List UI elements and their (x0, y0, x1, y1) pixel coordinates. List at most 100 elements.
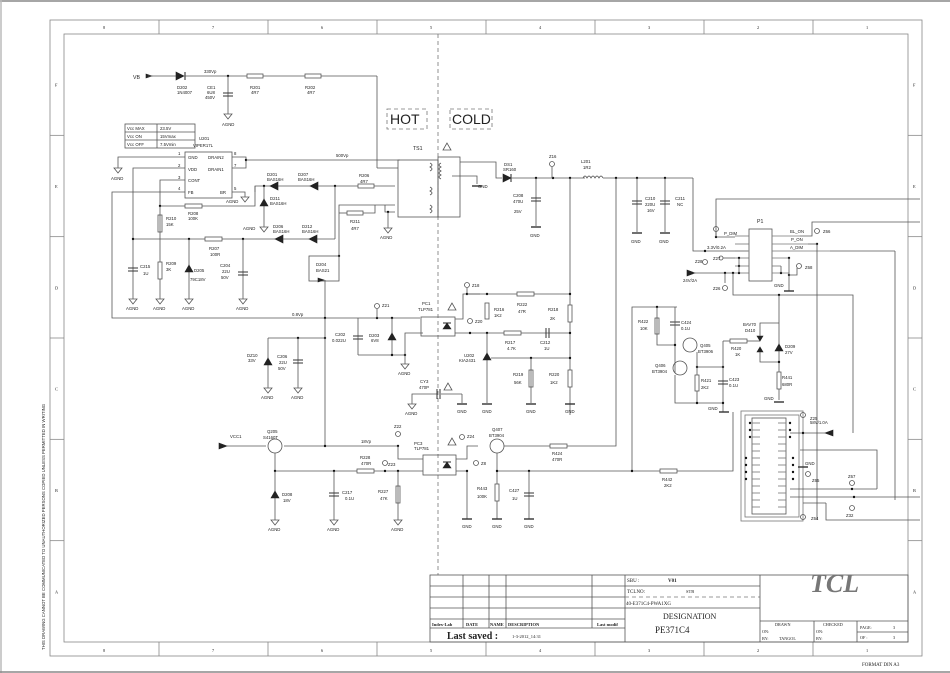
resistor-r216 (484, 302, 490, 320)
gnd-label: GND (659, 239, 669, 244)
d410-val: BAV70 (743, 322, 757, 327)
column-marker-bottom: 6 (321, 648, 324, 653)
agnd-icon (263, 387, 273, 394)
column-marker-bottom: 2 (757, 648, 759, 653)
rev-header-index: Index-Lab (432, 622, 453, 627)
column-marker-bottom: 3 (648, 648, 650, 653)
row-marker-right: A (913, 589, 917, 594)
c212-val: 1U (544, 346, 550, 351)
transistor-q405 (682, 337, 698, 353)
designation-value: PE371C4 (655, 625, 690, 635)
r442-ref: R442 (662, 477, 673, 482)
row-marker-left: C (55, 387, 58, 392)
c204-volt: 50V (221, 275, 229, 280)
q406-ref: Q406 (655, 363, 666, 368)
agnd-icon (270, 519, 280, 526)
schematic-sheet: 8 8 7 7 6 6 5 5 4 4 3 3 2 2 1 1 F F E E D D C C B B A A THIS DRAWI… (0, 0, 950, 673)
r201-val: 4R7 (251, 90, 259, 95)
rev-header-description: DESCRIPTION (508, 622, 540, 627)
optocoupler-pc3: PC3 TLP781 (414, 437, 457, 476)
sbu-label: SBU : (627, 579, 639, 584)
column-marker-top: 4 (539, 25, 542, 30)
gnd-label: GND (530, 233, 540, 238)
hot-label: HOT (390, 111, 420, 127)
resistor-r424 (549, 443, 568, 449)
d212-val: BAS16H (302, 229, 318, 234)
checked-label: CHECKED (823, 622, 843, 627)
vcc-on-value: 15Vmax (160, 134, 177, 139)
net-p-dim: P_DIM (724, 231, 738, 236)
transformer-ts1: TS1 (397, 142, 461, 218)
zener-dz10 (263, 357, 273, 366)
r210-ref: R210 (166, 216, 177, 221)
diode-d212 (308, 234, 318, 244)
d207-val: BAS16H (298, 177, 314, 182)
column-marker-top: 3 (648, 25, 650, 30)
gnd-label: GND (805, 461, 815, 466)
pin-vdd: VDD (188, 167, 197, 172)
gnd-label: GND (708, 406, 718, 411)
row-marker-right: D (913, 285, 916, 290)
column-marker-bottom: 7 (212, 648, 215, 653)
q405-ref: Q405 (700, 343, 711, 348)
r217-val: 4.7K (507, 346, 516, 351)
c210-ref: C210 (645, 196, 656, 201)
z18-label: Z18 (472, 283, 480, 288)
d211-val: BAS16H (270, 201, 286, 206)
vcc-on-label: Vcc ON (127, 134, 142, 139)
r217-ref: R217 (505, 340, 516, 345)
r219-ref: R219 (513, 372, 524, 377)
sbu-value: V01 (668, 579, 677, 584)
last-saved-label: Last saved : (447, 631, 498, 642)
z28-label: Z28 (695, 259, 703, 264)
ts1-ref: TS1 (413, 146, 423, 152)
resistor-r201 (246, 73, 264, 79)
u202-val: KIA2431 (459, 358, 476, 363)
cy3-val: 470P (419, 385, 429, 390)
agnd-label: AGND (243, 226, 255, 231)
pin-drain1: DRAIN1 (208, 167, 224, 172)
r202-val: 4R7 (307, 90, 315, 95)
row-marker-left: A (55, 589, 59, 594)
column-marker-top: 8 (103, 25, 105, 30)
r220-ref: R220 (549, 372, 560, 377)
resistor-r420 (729, 338, 748, 344)
z23-label: Z23 (388, 462, 396, 467)
r222-ref: R222 (517, 302, 528, 307)
c210-volt: 16V (647, 208, 655, 213)
d204-val: BAS21 (316, 268, 330, 273)
column-marker-top: 2 (757, 25, 759, 30)
r228-ref: R228 (360, 455, 371, 460)
q407-ref: Q407 (492, 427, 503, 432)
agnd-label: AGND (398, 371, 410, 376)
checked-by-label: BY: (816, 636, 823, 641)
agnd-icon (223, 113, 233, 120)
led-arrow-icon (824, 429, 834, 437)
d202-val: 1N4007 (177, 90, 193, 95)
agnd-icon (184, 298, 194, 305)
d205-val: 79C18V (190, 277, 206, 282)
r424-val: 470R (552, 457, 562, 462)
inductor-l201 (582, 175, 604, 179)
ic-u201: U201 VIPER17L GND VDD CONT FB DRAIN2 DRA… (178, 136, 237, 199)
d205-ref: D205 (194, 268, 205, 273)
vcc1-arrow-icon (218, 442, 228, 450)
resistor-r441 (776, 371, 782, 390)
net-18vp: 18Vp (361, 439, 372, 444)
row-marker-right: F (913, 83, 916, 88)
r216-val: 1K2 (494, 313, 502, 318)
side-notice: THIS DRAWING CANNOT BE COMMUNICATED TO U… (41, 403, 46, 650)
agnd-icon (393, 519, 403, 526)
column-marker-bottom: 5 (430, 648, 432, 653)
column-marker-top: 1 (866, 25, 868, 30)
vcc-off-label: Vcc OFF (127, 142, 144, 147)
z26-label: Z26 (713, 286, 721, 291)
d410-ref: D410 (745, 328, 756, 333)
pin-gnd: GND (188, 155, 198, 160)
c211-val: NC (677, 202, 683, 207)
row-marker-left: E (55, 184, 58, 189)
q205-ref: Q205 (267, 429, 278, 434)
z65-label: Z65 (812, 478, 820, 483)
r421-val: 2K2 (701, 385, 709, 390)
r228-val: 470R (361, 461, 371, 466)
